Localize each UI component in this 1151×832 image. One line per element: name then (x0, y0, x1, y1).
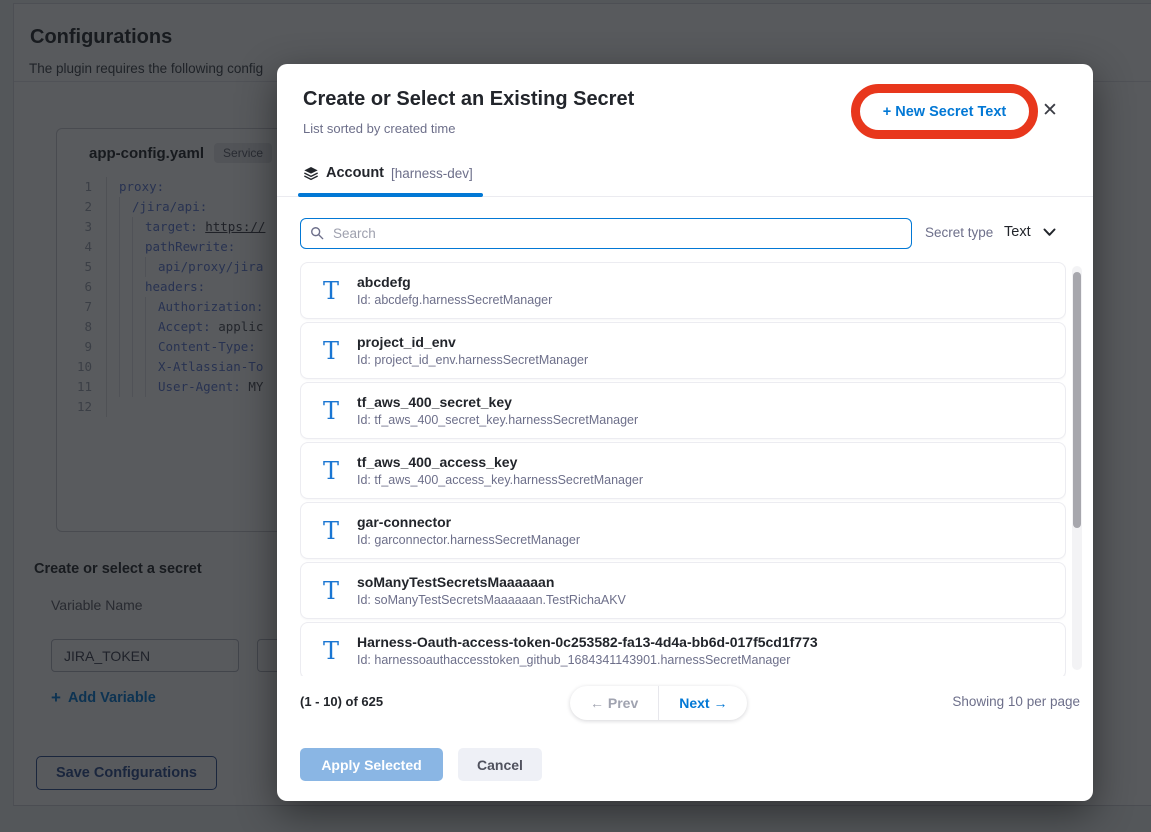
secret-list-item[interactable]: T project_id_env Id: project_id_env.harn… (300, 322, 1066, 379)
secret-type-label: Secret type (925, 225, 993, 240)
secret-list-item[interactable]: T gar-connector Id: garconnector.harness… (300, 502, 1066, 559)
pagination-range: (1 - 10) of 625 (300, 694, 383, 709)
secret-name: Harness-Oauth-access-token-0c253582-fa13… (357, 633, 818, 651)
secret-name: gar-connector (357, 513, 580, 531)
secret-name: tf_aws_400_access_key (357, 453, 643, 471)
modal-subtitle: List sorted by created time (303, 121, 455, 136)
secret-id: Id: garconnector.harnessSecretManager (357, 532, 580, 548)
tab-account[interactable]: Account [harness-dev] (303, 165, 473, 181)
secret-id: Id: tf_aws_400_access_key.harnessSecretM… (357, 472, 643, 488)
secret-list-item[interactable]: T tf_aws_400_secret_key Id: tf_aws_400_s… (300, 382, 1066, 439)
secret-item-text: tf_aws_400_access_key Id: tf_aws_400_acc… (357, 453, 643, 488)
close-icon[interactable]: ✕ (1037, 98, 1063, 124)
per-page-label: Showing 10 per page (952, 694, 1080, 709)
text-secret-icon: T (317, 277, 345, 305)
secret-item-text: Harness-Oauth-access-token-0c253582-fa13… (357, 633, 818, 668)
secret-item-text: project_id_env Id: project_id_env.harnes… (357, 333, 588, 368)
cancel-button[interactable]: Cancel (458, 748, 542, 781)
secret-name: tf_aws_400_secret_key (357, 393, 638, 411)
secret-list-item[interactable]: T soManyTestSecretsMaaaaaan Id: soManyTe… (300, 562, 1066, 619)
secret-list-item[interactable]: T tf_aws_400_access_key Id: tf_aws_400_a… (300, 442, 1066, 499)
secret-id: Id: project_id_env.harnessSecretManager (357, 352, 588, 368)
search-icon (310, 226, 324, 240)
prev-page-button[interactable]: ← Prev (570, 686, 658, 720)
secret-list: T abcdefg Id: abcdefg.harnessSecretManag… (300, 262, 1066, 676)
secret-list-item[interactable]: T Harness-Oauth-access-token-0c253582-fa… (300, 622, 1066, 676)
tab-account-scope: [harness-dev] (391, 166, 473, 181)
secret-select-modal: Create or Select an Existing Secret List… (277, 64, 1093, 801)
apply-selected-button[interactable]: Apply Selected (300, 748, 443, 781)
secret-name: soManyTestSecretsMaaaaaan (357, 573, 626, 591)
modal-title: Create or Select an Existing Secret (303, 88, 634, 111)
screen: Configurations The plugin requires the f… (0, 0, 1151, 832)
secret-item-text: abcdefg Id: abcdefg.harnessSecretManager (357, 273, 552, 308)
red-highlight-annotation: + New Secret Text (851, 84, 1038, 139)
tab-active-underline (298, 193, 483, 197)
text-secret-icon: T (317, 577, 345, 605)
text-secret-icon: T (317, 457, 345, 485)
search-input[interactable] (300, 218, 912, 249)
secret-type-dropdown[interactable]: Text (1004, 224, 1031, 240)
text-secret-icon: T (317, 637, 345, 665)
secret-item-text: tf_aws_400_secret_key Id: tf_aws_400_sec… (357, 393, 638, 428)
text-secret-icon: T (317, 337, 345, 365)
new-secret-text-button[interactable]: + New Secret Text (883, 104, 1006, 120)
text-secret-icon: T (317, 397, 345, 425)
layers-icon (303, 165, 319, 181)
text-secret-icon: T (317, 517, 345, 545)
secret-item-text: soManyTestSecretsMaaaaaan Id: soManyTest… (357, 573, 626, 608)
secret-id: Id: harnessoauthaccesstoken_github_16843… (357, 652, 818, 668)
next-page-button[interactable]: Next → (659, 686, 747, 720)
secret-name: project_id_env (357, 333, 588, 351)
tab-account-label: Account (326, 165, 384, 181)
chevron-down-icon[interactable] (1043, 228, 1056, 237)
secret-id: Id: abcdefg.harnessSecretManager (357, 292, 552, 308)
secret-item-text: gar-connector Id: garconnector.harnessSe… (357, 513, 580, 548)
secret-id: Id: tf_aws_400_secret_key.harnessSecretM… (357, 412, 638, 428)
secret-name: abcdefg (357, 273, 552, 291)
secret-list-item[interactable]: T abcdefg Id: abcdefg.harnessSecretManag… (300, 262, 1066, 319)
list-scrollbar[interactable] (1072, 266, 1082, 670)
secret-id: Id: soManyTestSecretsMaaaaaan.TestRichaA… (357, 592, 626, 608)
pager: ← Prev Next → (570, 686, 747, 720)
scrollbar-thumb[interactable] (1073, 272, 1081, 528)
